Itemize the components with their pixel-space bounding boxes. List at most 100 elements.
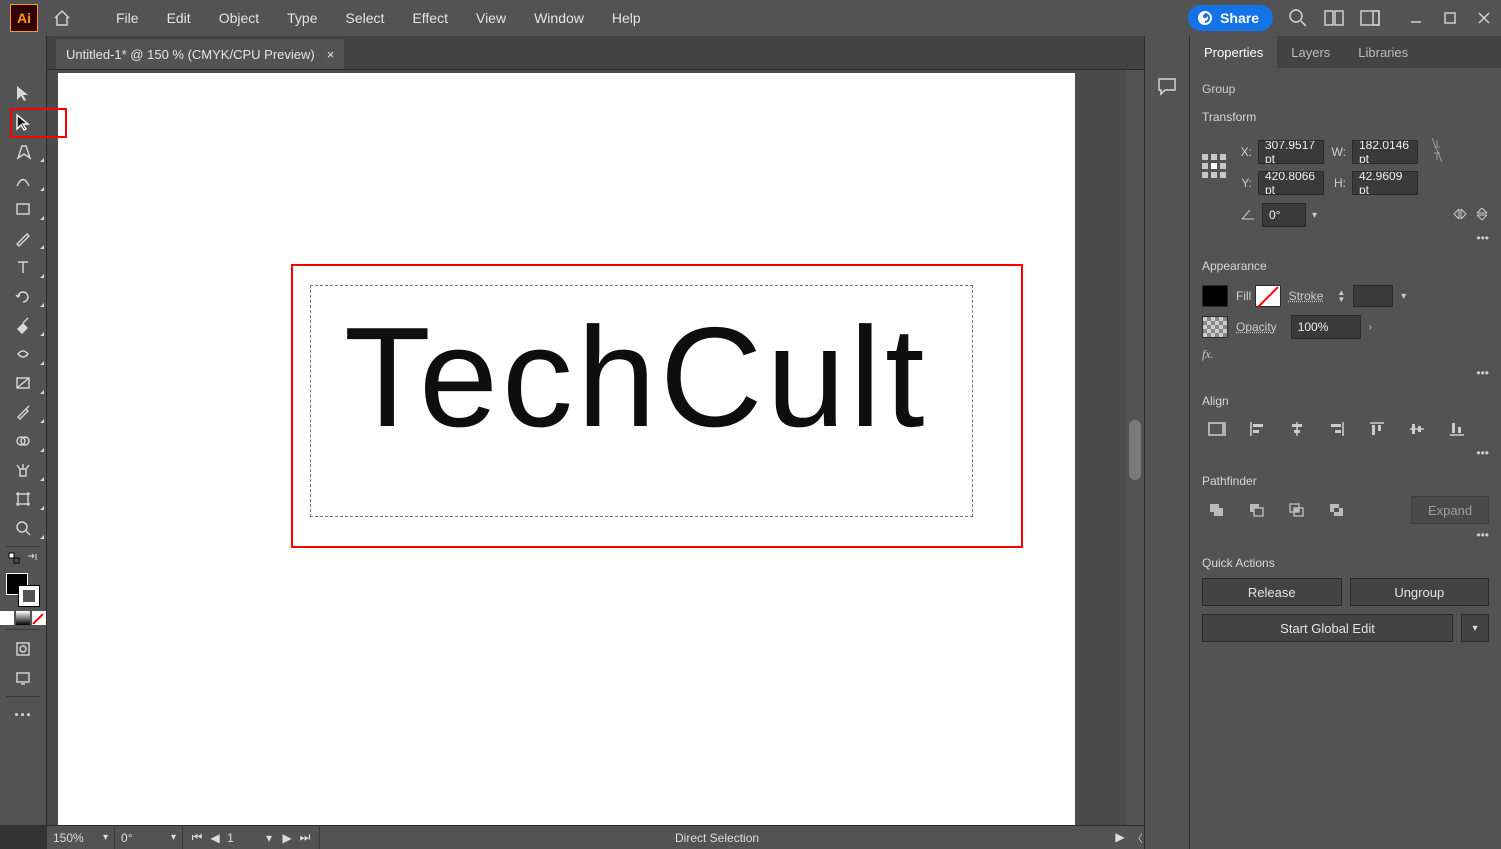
appearance-stroke-label[interactable]: Stroke [1289,289,1324,303]
rotate-combo[interactable]: ▾ [115,826,183,849]
appearance-stroke-swatch[interactable] [1255,285,1281,307]
rectangle-tool[interactable] [0,194,47,223]
ungroup-button[interactable]: Ungroup [1350,578,1490,606]
menu-help[interactable]: Help [598,0,655,36]
pen-tool[interactable] [0,136,47,165]
pathfinder-exclude-icon[interactable] [1322,497,1352,523]
more-options-icon[interactable]: ••• [1476,528,1489,542]
close-button[interactable] [1473,7,1495,29]
align-hcenter-icon[interactable] [1282,416,1312,442]
gradient-tool[interactable] [0,368,47,397]
search-icon[interactable] [1287,7,1309,29]
align-vcenter-icon[interactable] [1402,416,1432,442]
last-artboard-icon[interactable]: ⏭ [299,830,311,845]
paintbrush-tool[interactable] [0,223,47,252]
zoom-combo[interactable]: ▾ [47,826,115,849]
document-tab-close[interactable]: × [327,47,335,62]
tab-layers[interactable]: Layers [1277,36,1344,68]
x-input[interactable]: 307.9517 pt [1258,140,1324,164]
more-options-icon[interactable]: ••• [1476,231,1489,245]
angle-input[interactable]: 0° [1262,203,1306,227]
tab-libraries[interactable]: Libraries [1344,36,1422,68]
align-bottom-icon[interactable] [1442,416,1472,442]
prev-artboard-icon[interactable]: ◀ [209,831,221,845]
menu-type[interactable]: Type [273,0,331,36]
align-left-icon[interactable] [1242,416,1272,442]
chevron-down-icon[interactable]: ▾ [103,832,108,843]
vertical-scrollbar[interactable] [1126,70,1144,825]
next-artboard-icon[interactable]: ▶ [281,831,293,845]
fill-stroke-indicator[interactable] [6,573,40,607]
pathfinder-expand-button[interactable]: Expand [1411,496,1489,524]
eraser-tool[interactable] [0,310,47,339]
default-fill-stroke-icon[interactable] [8,551,20,569]
color-mode-gradient[interactable] [16,611,30,625]
color-mode-none[interactable] [32,611,46,625]
artboard-tool[interactable] [0,484,47,513]
zoom-input[interactable] [53,831,101,845]
draw-normal-icon[interactable] [0,634,47,663]
pathfinder-intersect-icon[interactable] [1282,497,1312,523]
opacity-input[interactable]: 100% [1291,315,1361,339]
release-button[interactable]: Release [1202,578,1342,606]
chevron-down-icon[interactable]: ▾ [171,832,176,843]
menu-effect[interactable]: Effect [398,0,462,36]
menu-window[interactable]: Window [520,0,598,36]
w-input[interactable]: 182.0146 pt [1352,140,1418,164]
stroke-weight-input[interactable] [1353,285,1393,307]
vertical-scroll-thumb[interactable] [1129,420,1141,480]
canvas-text[interactable]: TechCult [344,307,928,449]
swap-fill-stroke-icon[interactable] [26,551,38,569]
rotate-tool[interactable] [0,281,47,310]
stroke-swatch[interactable] [18,585,40,607]
tab-properties[interactable]: Properties [1190,36,1277,68]
menu-edit[interactable]: Edit [153,0,205,36]
appearance-opacity-label[interactable]: Opacity [1236,320,1277,334]
minimize-button[interactable] [1405,7,1427,29]
constrain-proportions-icon[interactable] [1430,136,1444,167]
menu-select[interactable]: Select [332,0,399,36]
more-options-icon[interactable]: ••• [1476,446,1489,460]
arrange-docs-icon[interactable] [1323,7,1345,29]
rotate-input[interactable] [121,831,169,845]
comments-icon[interactable] [1156,76,1178,101]
document-tab[interactable]: Untitled-1* @ 150 % (CMYK/CPU Preview) × [56,39,344,69]
zoom-tool[interactable] [0,513,47,542]
curvature-tool[interactable] [0,165,47,194]
status-play-icon[interactable]: ▶ [1115,830,1124,845]
align-top-icon[interactable] [1362,416,1392,442]
chevron-down-icon[interactable]: ▾ [1401,291,1406,302]
edit-toolbar-icon[interactable]: ··· [0,701,47,730]
appearance-opacity-swatch[interactable] [1202,316,1228,338]
y-input[interactable]: 420.8066 pt [1258,171,1324,195]
h-input[interactable]: 42.9609 pt [1352,171,1418,195]
color-mode-solid[interactable] [0,611,14,625]
maximize-button[interactable] [1439,7,1461,29]
menu-file[interactable]: File [102,0,153,36]
chevron-right-icon[interactable]: › [1369,322,1372,333]
fx-button[interactable]: fx. [1202,347,1214,362]
direct-selection-tool[interactable] [0,107,47,136]
flip-vertical-icon[interactable] [1475,205,1489,226]
type-tool[interactable] [0,252,47,281]
align-to-icon[interactable] [1202,416,1232,442]
symbol-sprayer-tool[interactable] [0,455,47,484]
screen-mode-icon[interactable] [0,663,47,692]
shape-builder-tool[interactable] [0,426,47,455]
width-tool[interactable] [0,339,47,368]
appearance-fill-swatch[interactable] [1202,285,1228,307]
home-icon[interactable] [50,7,74,29]
selection-tool[interactable] [0,78,47,107]
status-back-icon[interactable]: 〈 [1133,830,1143,845]
more-options-icon[interactable]: ••• [1476,366,1489,380]
pathfinder-minus-front-icon[interactable] [1242,497,1272,523]
start-global-edit-button[interactable]: Start Global Edit [1202,614,1453,642]
chevron-down-icon[interactable]: ▾ [263,831,275,845]
align-right-icon[interactable] [1322,416,1352,442]
eyedropper-tool[interactable] [0,397,47,426]
chevron-down-icon[interactable]: ▾ [1312,210,1317,221]
global-edit-dropdown[interactable]: ▾ [1461,614,1489,642]
menu-object[interactable]: Object [205,0,273,36]
first-artboard-icon[interactable]: ⏮ [191,830,203,845]
flip-horizontal-icon[interactable] [1451,207,1469,224]
